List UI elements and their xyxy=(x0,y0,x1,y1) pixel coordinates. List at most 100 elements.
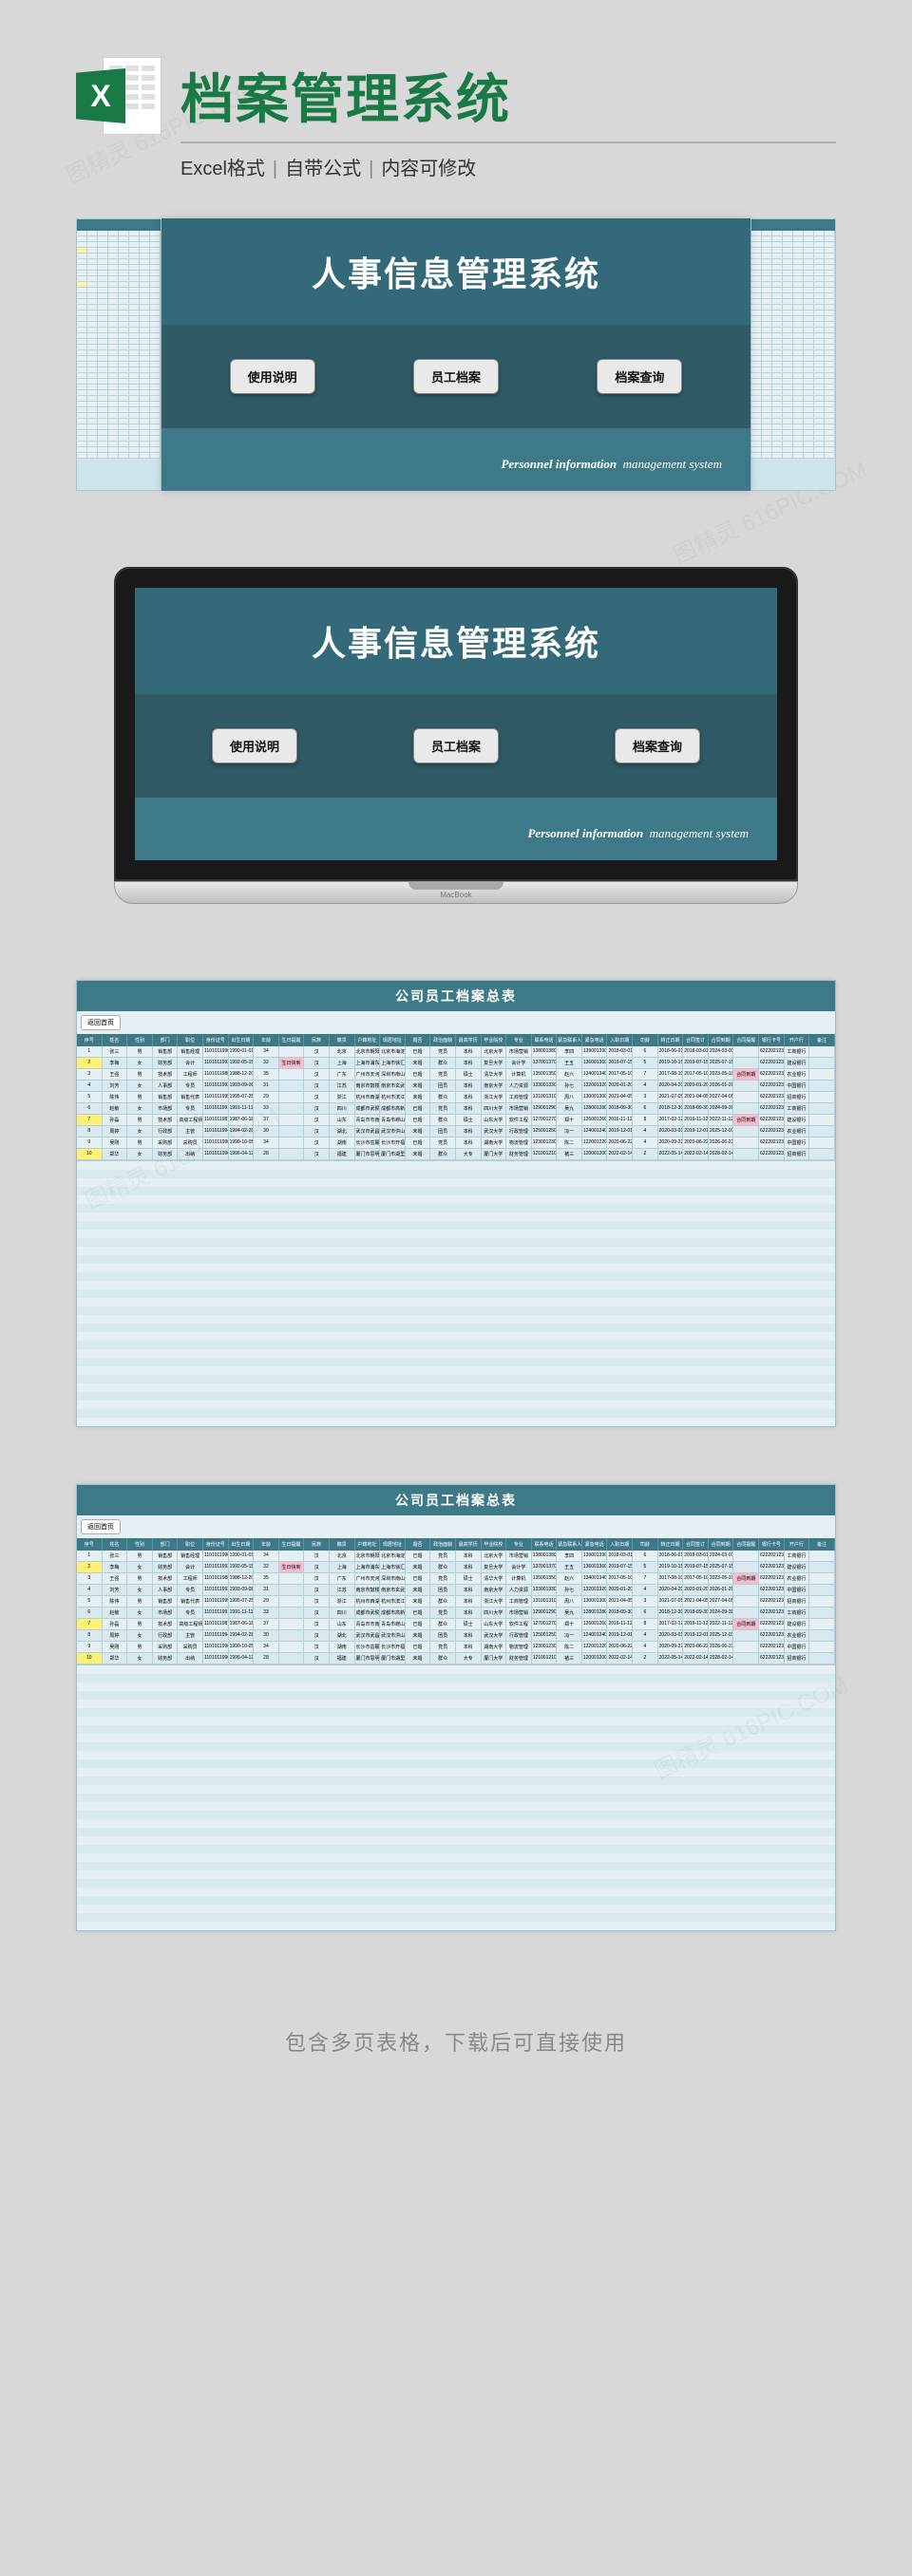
table-cell: 未婚 xyxy=(406,1081,431,1091)
dashboard-button-archive-query[interactable]: 档案查询 xyxy=(597,359,682,394)
table-cell: 张三 xyxy=(103,1046,128,1057)
table-cell: 已婚 xyxy=(406,1046,431,1057)
table-cell: 2022-05-14 xyxy=(658,1653,684,1664)
table-cell: 男 xyxy=(127,1069,153,1080)
table-cell: 张三 xyxy=(103,1551,128,1561)
table-cell: 37 xyxy=(254,1619,279,1629)
table-cell: 2017-05-10 xyxy=(683,1573,709,1584)
table-cell: 建设银行 xyxy=(785,1115,810,1125)
table-cell: 13900139000 xyxy=(582,1551,608,1561)
table-cell: 1992-05-15 xyxy=(229,1058,255,1068)
table-cell: 杭州市西湖区 xyxy=(355,1596,381,1607)
table-cell: 2022-02-14 xyxy=(683,1149,709,1159)
table-cell xyxy=(809,1573,835,1584)
table-cell: 12400124000 xyxy=(582,1630,608,1641)
table-cell: 福建 xyxy=(330,1149,355,1159)
column-header: 备注 xyxy=(809,1538,835,1551)
table-cell: 农业银行 xyxy=(785,1573,810,1584)
dashboard-subtitle: Personnel information management system xyxy=(163,826,749,841)
dashboard-button-employee-file[interactable]: 员工档案 xyxy=(413,728,499,763)
table-cell: 2025-07-15 xyxy=(709,1058,734,1068)
table-cell: 湖南大学 xyxy=(482,1138,507,1148)
table-cell: 37 xyxy=(254,1115,279,1125)
table-cell: 6222021234567890132 xyxy=(759,1149,785,1159)
table-cell: 李梅 xyxy=(103,1058,128,1068)
table-cell: 上海市徐汇区 xyxy=(380,1562,406,1572)
table-cell: 建设银行 xyxy=(785,1562,810,1572)
table-cell: 汉 xyxy=(304,1092,330,1102)
table-cell xyxy=(733,1608,759,1618)
dashboard-button-instructions[interactable]: 使用说明 xyxy=(212,728,297,763)
table-cell: 110101199205152345 xyxy=(203,1562,229,1572)
table-cell: 110101198812203456 xyxy=(203,1069,229,1080)
table-cell: 110101199507255678 xyxy=(203,1596,229,1607)
column-header: 民族 xyxy=(304,1034,330,1046)
table-cell: 女 xyxy=(127,1149,153,1159)
table-row: 7孙磊男技术部高级工程师1101011987061878901987-06-18… xyxy=(77,1115,835,1126)
table-cell: 未婚 xyxy=(406,1092,431,1102)
table-cell: 湖南 xyxy=(330,1642,355,1652)
table-cell xyxy=(279,1092,305,1102)
table-cell: 5 xyxy=(77,1092,103,1102)
table-cell: 福建 xyxy=(330,1653,355,1664)
table-cell: 招商银行 xyxy=(785,1653,810,1664)
table-cell: 采购员 xyxy=(178,1642,203,1652)
table-cell: 2026-01-20 xyxy=(709,1081,734,1091)
table-cell: 2027-04-05 xyxy=(709,1596,734,1607)
table-cell: 12000120000 xyxy=(582,1653,608,1664)
table-cell xyxy=(279,1081,305,1091)
table-cell xyxy=(279,1653,305,1664)
column-header: 银行卡号 xyxy=(759,1034,785,1046)
table-cell: 武汉市武昌区 xyxy=(355,1630,381,1641)
table-cell xyxy=(809,1630,835,1641)
table-cell: 1988-12-20 xyxy=(229,1069,255,1080)
table-cell: 郑华 xyxy=(103,1149,128,1159)
table-cell: 党员 xyxy=(430,1608,456,1618)
table-cell xyxy=(809,1562,835,1572)
table-cell: 本科 xyxy=(456,1596,482,1607)
table-cell: 12900129000 xyxy=(532,1608,558,1618)
table-cell: 35 xyxy=(254,1573,279,1584)
table-cell: 12800128000 xyxy=(582,1608,608,1618)
table-cell: 2017-08-10 xyxy=(658,1573,684,1584)
table-cell: 销售部 xyxy=(153,1596,179,1607)
table-cell: 未婚 xyxy=(406,1653,431,1664)
back-button[interactable]: 返回首页 xyxy=(81,1519,121,1534)
table-cell: 财务管理 xyxy=(506,1149,532,1159)
table-cell: 12100121000 xyxy=(532,1149,558,1159)
table-cell: 12500125000 xyxy=(532,1126,558,1137)
table-cell: 郑十 xyxy=(557,1619,582,1629)
table-cell: 2023-05-10 xyxy=(709,1573,734,1584)
table-cell: 人事部 xyxy=(153,1585,179,1595)
dashboard-button-archive-query[interactable]: 档案查询 xyxy=(615,728,700,763)
column-header: 政治面貌 xyxy=(430,1034,456,1046)
table-cell: 技术部 xyxy=(153,1573,179,1584)
table-cell: 农业银行 xyxy=(785,1126,810,1137)
table-cell: 2026-06-22 xyxy=(709,1642,734,1652)
table-cell: 汉 xyxy=(304,1642,330,1652)
back-button[interactable]: 返回首页 xyxy=(81,1015,121,1030)
table-cell: 32 xyxy=(254,1058,279,1068)
dashboard-button-instructions[interactable]: 使用说明 xyxy=(230,359,315,394)
table-cell: 会计 xyxy=(178,1058,203,1068)
table-cell: 团员 xyxy=(430,1126,456,1137)
column-header: 紧急电话 xyxy=(582,1538,608,1551)
table-cell xyxy=(809,1069,835,1080)
table-cell: 江苏 xyxy=(330,1585,355,1595)
dashboard-button-employee-file[interactable]: 员工档案 xyxy=(413,359,499,394)
table-cell: 合同到期 xyxy=(733,1069,759,1080)
table-cell: 13300133000 xyxy=(532,1585,558,1595)
table-cell: 技术部 xyxy=(153,1069,179,1080)
table-cell: 工商管理 xyxy=(506,1596,532,1607)
table-cell: 8 xyxy=(77,1630,103,1641)
table-cell: 13800138000 xyxy=(532,1551,558,1561)
table-cell: 12700127000 xyxy=(532,1619,558,1629)
table-cell: 12300123000 xyxy=(532,1642,558,1652)
table-cell: 广东 xyxy=(330,1069,355,1080)
table-cell: 4 xyxy=(633,1081,658,1091)
table-cell: 男 xyxy=(127,1046,153,1057)
column-header: 最高学历 xyxy=(456,1538,482,1551)
table-cell: 主管 xyxy=(178,1126,203,1137)
table-cell: 1995-07-25 xyxy=(229,1596,255,1607)
sheet-title: 公司员工档案总表 xyxy=(77,1485,835,1515)
